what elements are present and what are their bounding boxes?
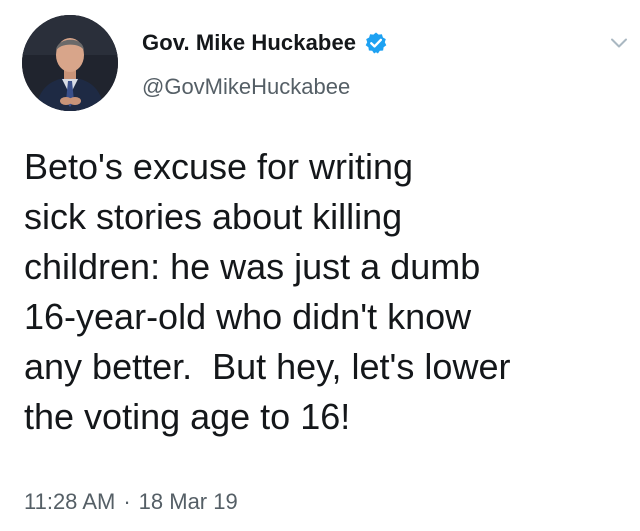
chevron-down-icon[interactable]	[608, 32, 630, 54]
tweet-text-line: sick stories about killing	[24, 196, 403, 237]
tweet-text-line: any better. But hey, let's lower	[24, 346, 511, 387]
profile-photo-icon	[22, 15, 118, 111]
name-row: Gov. Mike Huckabee	[142, 28, 388, 58]
tweet-time: 11:28 AM	[24, 489, 116, 514]
display-name[interactable]: Gov. Mike Huckabee	[142, 30, 356, 56]
tweet-date: 18 Mar 19	[138, 489, 238, 514]
tweet-timestamp[interactable]: 11:28 AM · 18 Mar 19	[24, 489, 238, 515]
tweet-text-line: children: he was just a dumb	[24, 246, 481, 287]
user-handle[interactable]: @GovMikeHuckabee	[142, 74, 350, 100]
tweet-text: Beto's excuse for writing sick stories a…	[24, 142, 624, 442]
tweet-text-line: 16-year-old who didn't know	[24, 296, 472, 337]
tweet-card: Gov. Mike Huckabee @GovMikeHuckabee Beto…	[0, 0, 640, 531]
avatar[interactable]	[22, 15, 118, 111]
tweet-text-line: Beto's excuse for writing	[24, 146, 414, 187]
verified-badge-icon	[364, 31, 388, 55]
tweet-text-line: the voting age to 16!	[24, 396, 351, 437]
meta-separator: ·	[123, 489, 131, 514]
